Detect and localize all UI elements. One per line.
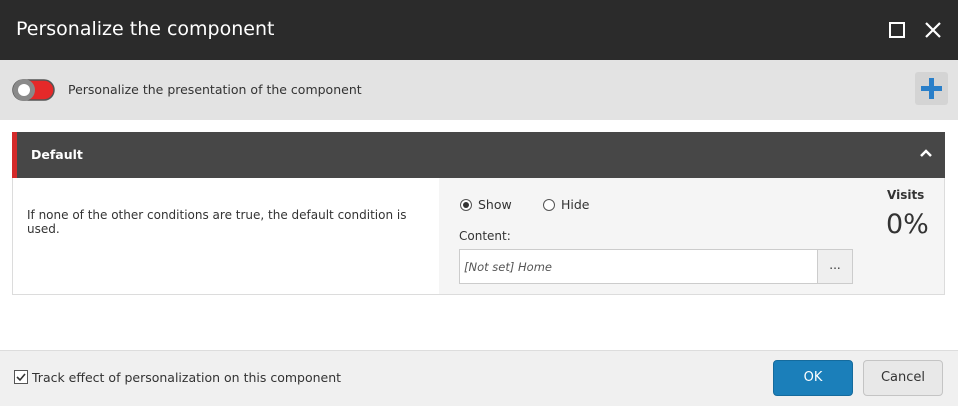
section-title: Default [31, 147, 83, 162]
show-radio-label: Show [478, 197, 512, 212]
checkmark-icon [16, 373, 26, 382]
hide-radio[interactable]: Hide [543, 197, 590, 212]
dialog-footer: Track effect of personalization on this … [0, 350, 958, 406]
cancel-button[interactable]: Cancel [863, 360, 943, 396]
content-label: Content: [459, 229, 511, 243]
square-icon [889, 22, 905, 38]
track-effect-checkbox[interactable] [14, 370, 28, 384]
condition-cell: If none of the other conditions are true… [13, 178, 439, 294]
chevron-up-icon[interactable] [917, 144, 935, 162]
show-radio[interactable]: Show [460, 197, 512, 212]
plus-icon [921, 78, 942, 99]
close-button[interactable] [921, 18, 945, 42]
visits-label: Visits [887, 188, 925, 202]
visits-value: 0% [886, 209, 929, 240]
close-icon [925, 22, 941, 38]
track-effect-label: Track effect of personalization on this … [32, 370, 342, 385]
content-field[interactable]: [Not set] Home [459, 249, 818, 284]
action-cell: Show Hide Content: [Not set] Home ... Vi… [439, 178, 944, 294]
browse-content-button[interactable]: ... [818, 249, 853, 284]
title-bar: Personalize the component [0, 0, 958, 60]
dialog-title: Personalize the component [16, 18, 275, 40]
condition-description: If none of the other conditions are true… [27, 208, 407, 236]
personalize-toggle[interactable] [12, 78, 55, 102]
section-header-default[interactable]: Default [12, 132, 945, 178]
hide-radio-circle[interactable] [543, 198, 555, 211]
ok-button[interactable]: OK [773, 360, 853, 396]
personalize-dialog: Personalize the component Personalize th… [0, 0, 958, 406]
add-condition-button[interactable] [915, 72, 948, 105]
hide-radio-label: Hide [561, 197, 590, 212]
toggle-switch-icon [12, 79, 55, 101]
show-radio-circle[interactable] [460, 198, 472, 211]
personalize-toolbar: Personalize the presentation of the comp… [0, 60, 958, 120]
maximize-button[interactable] [885, 18, 909, 42]
personalize-label: Personalize the presentation of the comp… [68, 82, 362, 97]
content-value: [Not set] Home [464, 260, 552, 274]
